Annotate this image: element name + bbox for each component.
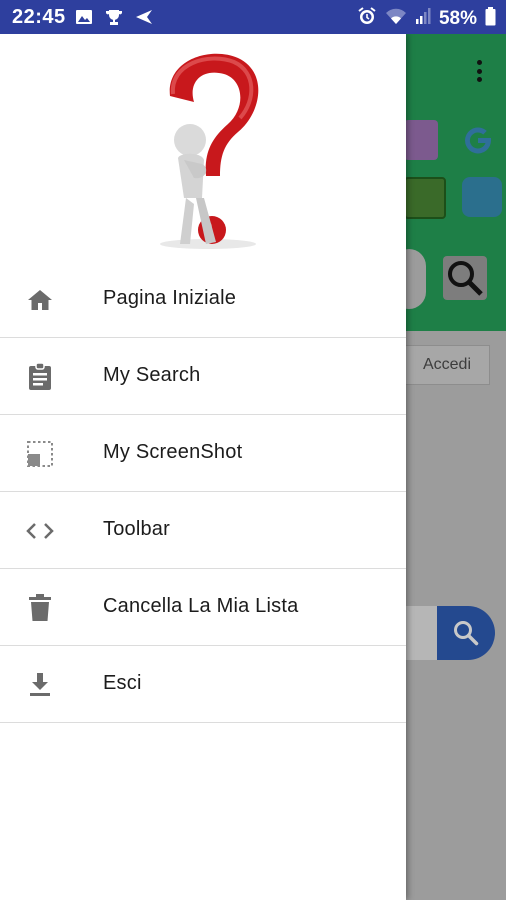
search-icon bbox=[454, 621, 479, 646]
status-bar: 22:45 58% bbox=[0, 0, 506, 34]
home-icon bbox=[25, 285, 55, 315]
menu-item-label: Pagina Iniziale bbox=[103, 287, 237, 309]
menu-item-toolbar[interactable]: Toolbar bbox=[0, 492, 406, 569]
search-button[interactable] bbox=[437, 606, 495, 660]
login-button[interactable]: Accedi bbox=[404, 345, 490, 385]
battery-percent: 58% bbox=[438, 8, 477, 29]
search-field[interactable] bbox=[404, 606, 439, 660]
delete-icon bbox=[25, 593, 55, 623]
google-icon[interactable] bbox=[458, 120, 498, 160]
menu-item-my-screenshot[interactable]: My ScreenShot bbox=[0, 415, 406, 492]
menu-item-label: My ScreenShot bbox=[103, 441, 243, 463]
menu-item-cancella-la-mia-lista[interactable]: Cancella La Mia Lista bbox=[0, 569, 406, 646]
send-icon bbox=[135, 9, 153, 31]
alarm-icon bbox=[357, 6, 377, 32]
code-icon bbox=[25, 516, 55, 546]
image-icon bbox=[75, 9, 93, 31]
menu-item-esci[interactable]: Esci bbox=[0, 646, 406, 723]
screenshot-icon bbox=[25, 439, 55, 469]
search-icon[interactable] bbox=[443, 256, 487, 300]
menu-item-label: Toolbar bbox=[103, 518, 170, 540]
menu-item-label: Esci bbox=[103, 672, 142, 694]
trophy-icon bbox=[105, 9, 123, 31]
signal-icon bbox=[415, 7, 431, 31]
more-vert-icon[interactable] bbox=[476, 60, 482, 82]
refresh-icon[interactable] bbox=[462, 177, 502, 217]
menu-item-label: My Search bbox=[103, 364, 201, 386]
drawer-header bbox=[0, 34, 406, 261]
status-time: 22:45 bbox=[12, 6, 66, 28]
navigation-drawer: Pagina Iniziale My Search My ScreenShot … bbox=[0, 34, 406, 900]
question-mark-figure-logo bbox=[140, 48, 270, 253]
app-tile-icon[interactable] bbox=[404, 120, 438, 160]
drawer-menu: Pagina Iniziale My Search My ScreenShot … bbox=[0, 261, 406, 723]
menu-item-pagina-iniziale[interactable]: Pagina Iniziale bbox=[0, 261, 406, 338]
menu-item-my-search[interactable]: My Search bbox=[0, 338, 406, 415]
battery-icon bbox=[485, 6, 496, 32]
wifi-icon bbox=[385, 7, 407, 31]
camera-icon[interactable] bbox=[404, 177, 446, 219]
download-icon bbox=[25, 670, 55, 700]
menu-item-label: Cancella La Mia Lista bbox=[103, 595, 299, 617]
clipboard-icon bbox=[25, 362, 55, 392]
